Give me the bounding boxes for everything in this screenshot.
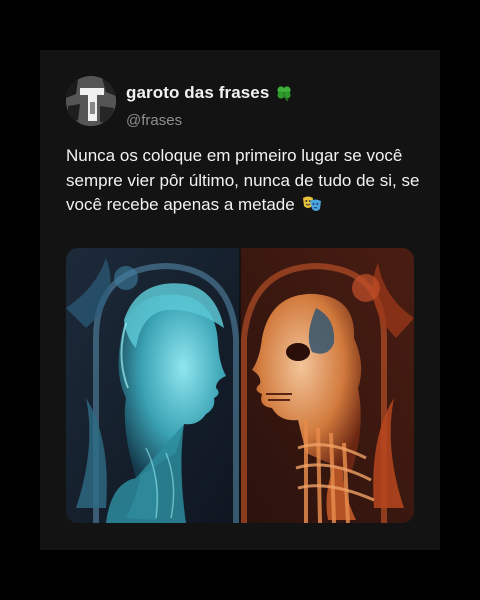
tweet-text: Nunca os coloque em primeiro lugar se vo…: [66, 146, 420, 214]
display-name[interactable]: garoto das frases: [126, 83, 269, 103]
four-leaf-clover-icon: [275, 84, 293, 102]
avatar[interactable]: [66, 76, 116, 126]
tweet-text-block: Nunca os coloque em primeiro lugar se vo…: [66, 144, 422, 218]
tweet-card: garoto das frases @frases Nunca os coloq…: [40, 50, 440, 550]
avatar-image: [66, 76, 116, 126]
user-handle[interactable]: @frases: [126, 112, 182, 129]
tweet-image[interactable]: [66, 248, 414, 523]
performing-arts-masks-icon: [302, 195, 322, 213]
artwork-image: [66, 248, 414, 523]
